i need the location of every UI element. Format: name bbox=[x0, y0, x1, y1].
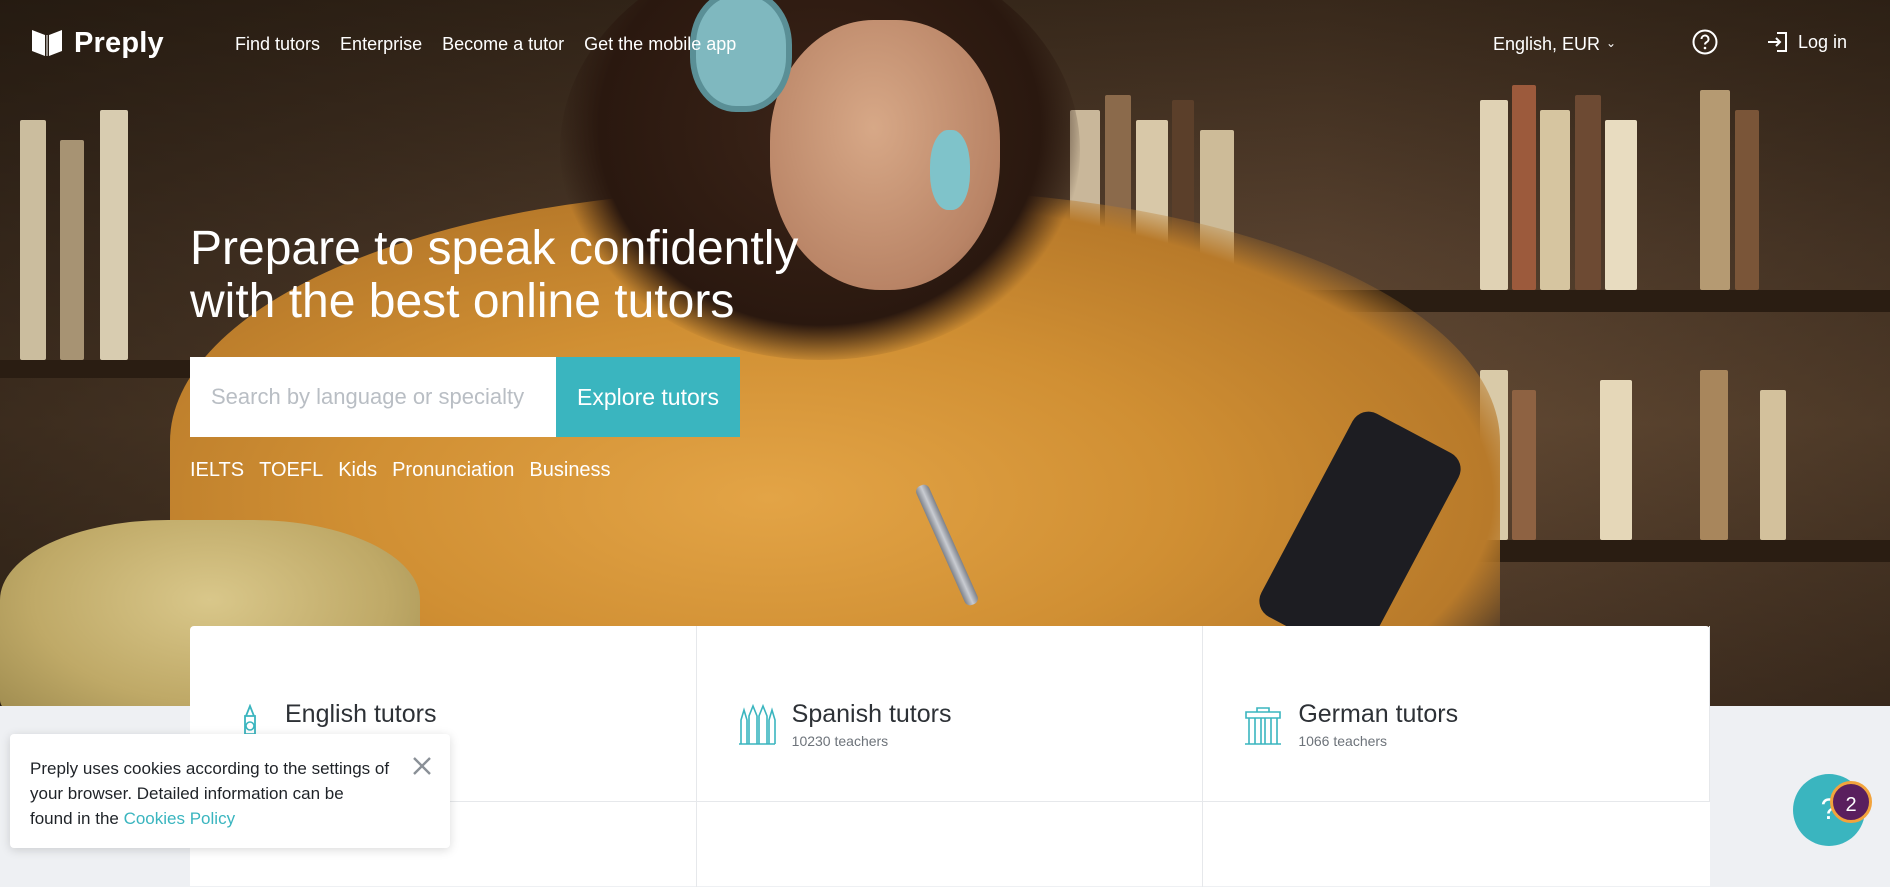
top-navbar: Preply Find tutors Enterprise Become a t… bbox=[0, 0, 1890, 88]
notification-badge[interactable]: 2 bbox=[1830, 781, 1872, 823]
language-currency-label: English, EUR bbox=[1493, 34, 1601, 54]
tag-toefl[interactable]: TOEFL bbox=[259, 459, 323, 482]
nav-become-a-tutor[interactable]: Become a tutor bbox=[442, 34, 564, 55]
book bbox=[1512, 85, 1536, 290]
login-icon bbox=[1768, 32, 1787, 52]
category-count: 1066 teachers bbox=[1298, 733, 1388, 749]
book bbox=[1540, 110, 1570, 290]
search-input[interactable] bbox=[190, 357, 556, 437]
hero-title-line-1: Prepare to speak confidently bbox=[190, 222, 799, 275]
book bbox=[1700, 90, 1730, 290]
nav-enterprise[interactable]: Enterprise bbox=[340, 34, 422, 55]
cookie-banner: Preply uses cookies according to the set… bbox=[10, 734, 450, 848]
login-label: Log in bbox=[1798, 31, 1848, 52]
category-german[interactable]: German tutors 1066 teachers bbox=[1203, 626, 1710, 802]
book bbox=[1605, 120, 1637, 290]
chevron-down-icon: ⌄ bbox=[1606, 35, 1617, 50]
book bbox=[1760, 390, 1786, 540]
close-icon[interactable] bbox=[408, 752, 436, 780]
help-icon[interactable] bbox=[1692, 29, 1718, 55]
book bbox=[60, 140, 84, 360]
explore-tutors-button[interactable]: Explore tutors bbox=[556, 357, 740, 437]
hero-title-line-2: with the best online tutors bbox=[190, 275, 735, 328]
book bbox=[1480, 100, 1508, 290]
tutor-search: Explore tutors bbox=[190, 357, 740, 437]
category-spanish[interactable]: Spanish tutors 10230 teachers bbox=[696, 626, 1204, 802]
tag-kids[interactable]: Kids bbox=[338, 459, 377, 482]
category-name: Spanish tutors bbox=[791, 700, 952, 728]
login-button[interactable]: Log in bbox=[1766, 30, 1847, 54]
book bbox=[1512, 390, 1536, 540]
tag-ielts[interactable]: IELTS bbox=[190, 459, 244, 482]
book bbox=[1600, 380, 1632, 540]
category-name: English tutors bbox=[285, 700, 437, 728]
category-name: German tutors bbox=[1298, 700, 1459, 728]
book bbox=[20, 120, 46, 360]
tag-pronunciation[interactable]: Pronunciation bbox=[392, 459, 514, 482]
book bbox=[1735, 110, 1759, 290]
bookshelf-board bbox=[0, 360, 200, 378]
tag-business[interactable]: Business bbox=[529, 459, 610, 482]
cookie-text: Preply uses cookies according to the set… bbox=[30, 756, 390, 831]
preply-logo-icon bbox=[32, 30, 62, 56]
category-count: 10230 teachers bbox=[791, 733, 889, 749]
hero-title: Prepare to speak confidently with the be… bbox=[190, 222, 830, 328]
nav-get-mobile-app[interactable]: Get the mobile app bbox=[584, 34, 736, 55]
language-currency-selector[interactable]: English, EUR ⌄ bbox=[1493, 34, 1616, 55]
brandenburg-gate-icon bbox=[1245, 707, 1282, 745]
popular-tags: IELTS TOEFL Kids Pronunciation Business bbox=[190, 459, 611, 482]
hero-background bbox=[0, 0, 1890, 706]
headphones bbox=[930, 130, 970, 210]
category-placeholder[interactable] bbox=[1203, 802, 1710, 887]
book bbox=[100, 110, 128, 360]
preply-logo[interactable]: Preply bbox=[30, 26, 164, 60]
nav-find-tutors[interactable]: Find tutors bbox=[235, 34, 320, 55]
category-placeholder[interactable] bbox=[697, 802, 1204, 887]
book bbox=[1575, 95, 1601, 290]
brand-name: Preply bbox=[74, 26, 164, 59]
sagrada-familia-icon bbox=[738, 704, 776, 745]
cookies-policy-link[interactable]: Cookies Policy bbox=[124, 809, 236, 828]
book bbox=[1700, 370, 1728, 540]
main-nav: Find tutors Enterprise Become a tutor Ge… bbox=[235, 34, 736, 55]
